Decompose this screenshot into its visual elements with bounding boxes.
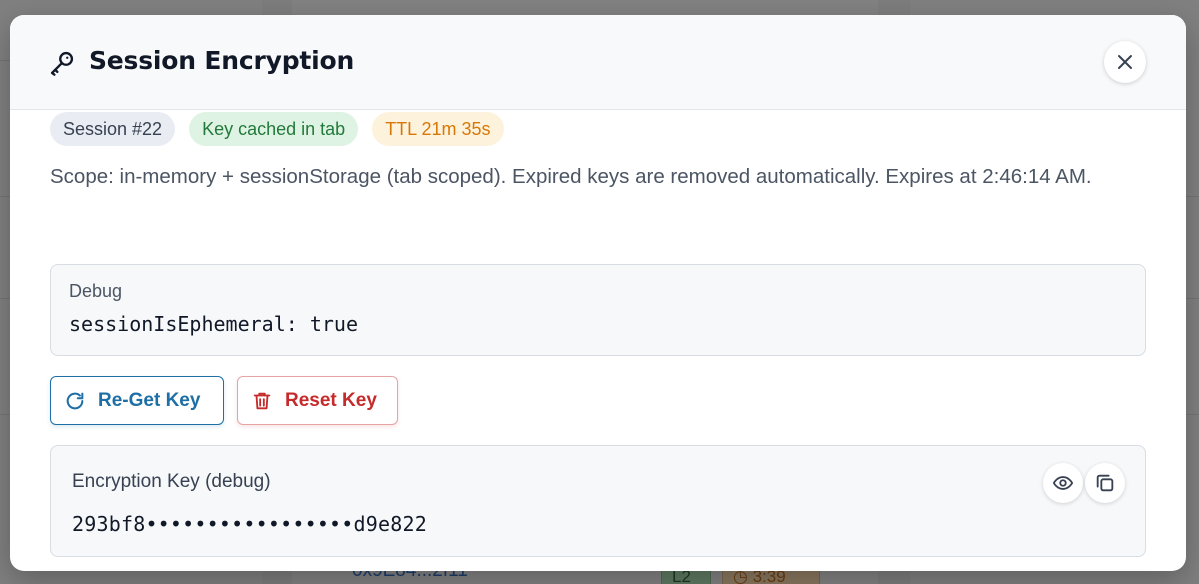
- session-encryption-modal: Session Encryption Session #22 Key cache…: [10, 15, 1186, 571]
- key-cached-badge: Key cached in tab: [189, 112, 359, 146]
- background-divider: [1186, 298, 1199, 299]
- background-divider: [0, 298, 10, 299]
- copy-key-button[interactable]: [1085, 463, 1125, 503]
- status-badges: Session #22 Key cached in tab TTL 21m 35…: [50, 112, 504, 146]
- debug-code: sessionIsEphemeral: true: [69, 312, 358, 336]
- modal-title: Session Encryption: [89, 46, 355, 75]
- trash-icon: [253, 392, 271, 409]
- eye-icon: [1052, 476, 1074, 490]
- encryption-key-value: 293bf8•••••••••••••••••d9e822: [72, 512, 427, 536]
- debug-label: Debug: [69, 281, 123, 301]
- modal-header: Session Encryption: [10, 15, 1186, 110]
- session-badge: Session #22: [50, 112, 176, 146]
- ttl-badge: TTL 21m 35s: [372, 112, 504, 146]
- show-key-button[interactable]: [1043, 463, 1083, 503]
- background-divider: [1186, 196, 1199, 197]
- reset-key-button[interactable]: Reset Key: [237, 376, 398, 425]
- scope-description: Scope: in-memory + sessionStorage (tab s…: [50, 165, 1092, 188]
- background-divider: [1186, 414, 1199, 415]
- reget-key-button[interactable]: Re-Get Key: [50, 376, 224, 425]
- close-icon: [1118, 55, 1132, 69]
- key-icon: [50, 51, 74, 76]
- copy-icon: [1096, 474, 1114, 492]
- reset-key-label: Reset Key: [285, 389, 377, 411]
- encryption-key-label: Encryption Key (debug): [72, 471, 271, 492]
- refresh-icon: [66, 392, 84, 409]
- background-divider: [0, 196, 10, 197]
- reget-key-label: Re-Get Key: [98, 389, 201, 411]
- background-divider: [0, 414, 10, 415]
- close-button[interactable]: [1104, 41, 1146, 83]
- debug-panel: Debug sessionIsEphemeral: true: [50, 264, 1146, 356]
- encryption-key-panel: Encryption Key (debug) 293bf8•••••••••••…: [50, 445, 1146, 557]
